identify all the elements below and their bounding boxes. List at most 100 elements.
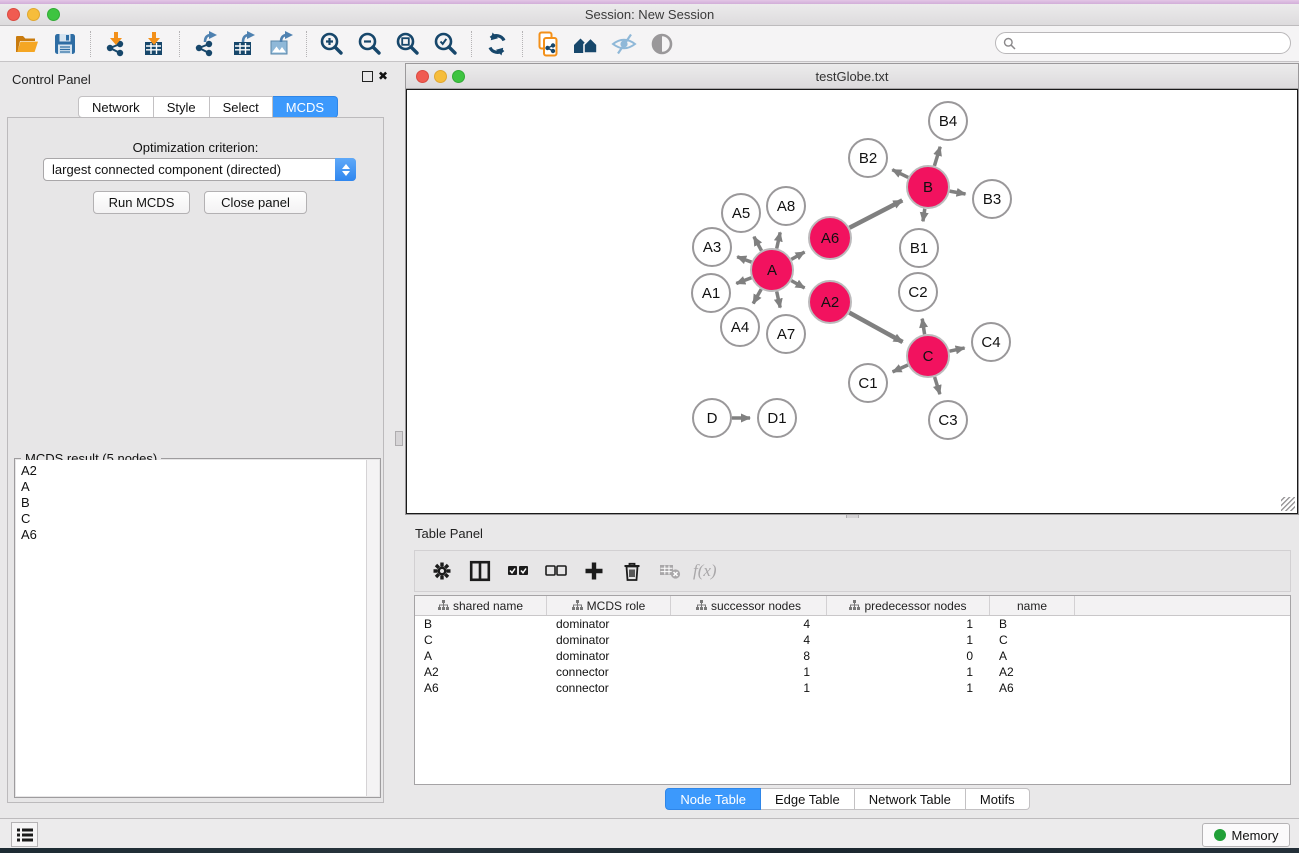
graph-edge-A-A3[interactable]: [737, 257, 751, 262]
graph-node-A8[interactable]: A8: [767, 187, 805, 225]
export-network-button[interactable]: [186, 29, 224, 59]
graph-node-A[interactable]: A: [751, 249, 793, 291]
table-settings-button[interactable]: [425, 555, 459, 587]
graph-node-B1[interactable]: B1: [900, 229, 938, 267]
table-cell[interactable]: connector: [547, 664, 671, 680]
task-history-button[interactable]: [11, 822, 38, 847]
table-cell[interactable]: 8: [671, 648, 827, 664]
graph-edge-B-B4[interactable]: [934, 147, 940, 166]
node-table[interactable]: shared nameMCDS rolesuccessor nodesprede…: [414, 595, 1291, 785]
graph-node-B[interactable]: B: [907, 166, 949, 208]
search-box[interactable]: [995, 32, 1291, 54]
table-cell[interactable]: connector: [547, 680, 671, 696]
column-header-successor-nodes[interactable]: successor nodes: [671, 596, 827, 615]
graph-node-B2[interactable]: B2: [849, 139, 887, 177]
titlebar[interactable]: Session: New Session: [0, 4, 1299, 26]
add-column-button[interactable]: [577, 555, 611, 587]
minimize-window-button[interactable]: [27, 8, 40, 21]
tab-network[interactable]: Network: [78, 96, 154, 118]
table-cell[interactable]: A2: [990, 664, 1075, 680]
graph-edge-C-C3[interactable]: [935, 377, 940, 394]
criterion-dropdown[interactable]: largest connected component (directed): [43, 158, 356, 181]
table-row[interactable]: Bdominator41B: [415, 616, 1290, 632]
graph-edge-A-A4[interactable]: [753, 289, 761, 303]
export-image-button[interactable]: [262, 29, 300, 59]
table-row[interactable]: Cdominator41C: [415, 632, 1290, 648]
table-cell[interactable]: B: [990, 616, 1075, 632]
table-row[interactable]: A2connector11A2: [415, 664, 1290, 680]
graph-edge-A6-B[interactable]: [850, 200, 903, 227]
graph-node-A1[interactable]: A1: [692, 274, 730, 312]
table-cell[interactable]: 0: [827, 648, 990, 664]
table-cell[interactable]: C: [990, 632, 1075, 648]
graph-edge-A2-C[interactable]: [849, 313, 902, 342]
network-window-titlebar[interactable]: testGlobe.txt: [406, 64, 1298, 89]
table-row[interactable]: Adominator80A: [415, 648, 1290, 664]
graph-node-C[interactable]: C: [907, 335, 949, 377]
window-resize-grip[interactable]: [1281, 497, 1295, 511]
graph-edge-A-A8[interactable]: [777, 232, 781, 248]
graph-node-C1[interactable]: C1: [849, 364, 887, 402]
save-session-button[interactable]: [46, 29, 84, 59]
network-graph[interactable]: B4B2BB3A8A5A6A3B1AA1C2A2A4A7C4CC1DD1C3: [407, 90, 1298, 514]
vertical-splitter-grip[interactable]: [395, 431, 403, 446]
hide-graphics-details-button[interactable]: [605, 29, 643, 59]
table-cell[interactable]: dominator: [547, 632, 671, 648]
graph-node-B3[interactable]: B3: [973, 180, 1011, 218]
copy-network-button[interactable]: [529, 29, 567, 59]
delete-column-button[interactable]: [615, 555, 649, 587]
memory-button[interactable]: Memory: [1202, 823, 1290, 847]
tab-select[interactable]: Select: [210, 96, 273, 118]
graph-node-A6[interactable]: A6: [809, 217, 851, 259]
select-all-rows-button[interactable]: [501, 555, 535, 587]
column-header-shared-name[interactable]: shared name: [415, 596, 547, 615]
column-header-name[interactable]: name: [990, 596, 1075, 615]
table-cell[interactable]: dominator: [547, 616, 671, 632]
table-cell[interactable]: 1: [671, 664, 827, 680]
table-cell[interactable]: A6: [415, 680, 547, 696]
column-visibility-button[interactable]: [463, 555, 497, 587]
close-panel-icon[interactable]: ✖: [378, 71, 388, 82]
tab-style[interactable]: Style: [154, 96, 210, 118]
graph-node-D[interactable]: D: [693, 399, 731, 437]
graph-node-A5[interactable]: A5: [722, 194, 760, 232]
close-window-button[interactable]: [7, 8, 20, 21]
mcds-result-list[interactable]: A2ABCA6: [16, 460, 367, 796]
tab-network-table[interactable]: Network Table: [855, 788, 966, 810]
graph-edge-C-C2[interactable]: [922, 319, 924, 335]
table-cell[interactable]: A: [415, 648, 547, 664]
network-zoom-button[interactable]: [452, 70, 465, 83]
table-cell[interactable]: C: [415, 632, 547, 648]
tab-edge-table[interactable]: Edge Table: [761, 788, 855, 810]
zoom-window-button[interactable]: [47, 8, 60, 21]
graph-edge-A-A7[interactable]: [777, 292, 781, 308]
result-list-item[interactable]: A2: [21, 463, 366, 479]
column-header-MCDS-role[interactable]: MCDS role: [547, 596, 671, 615]
network-canvas[interactable]: B4B2BB3A8A5A6A3B1AA1C2A2A4A7C4CC1DD1C3: [406, 89, 1298, 514]
graph-edge-B-B3[interactable]: [950, 191, 966, 194]
import-network-button[interactable]: [97, 29, 135, 59]
graph-edge-A-A5[interactable]: [754, 237, 762, 251]
show-graphics-details-button[interactable]: [643, 29, 681, 59]
float-panel-icon[interactable]: [362, 71, 373, 82]
refresh-view-button[interactable]: [478, 29, 516, 59]
graph-node-C4[interactable]: C4: [972, 323, 1010, 361]
network-close-button[interactable]: [416, 70, 429, 83]
zoom-selected-button[interactable]: [427, 29, 465, 59]
close-panel-button[interactable]: Close panel: [204, 191, 307, 214]
graph-edge-A-A2[interactable]: [791, 281, 804, 288]
table-cell[interactable]: 4: [671, 616, 827, 632]
tab-mcds[interactable]: MCDS: [273, 96, 338, 118]
table-cell[interactable]: dominator: [547, 648, 671, 664]
table-cell[interactable]: 1: [671, 680, 827, 696]
open-session-button[interactable]: [8, 29, 46, 59]
table-cell[interactable]: 1: [827, 664, 990, 680]
network-minimize-button[interactable]: [434, 70, 447, 83]
search-input[interactable]: [1016, 36, 1290, 50]
result-list-item[interactable]: A: [21, 479, 366, 495]
graph-node-D1[interactable]: D1: [758, 399, 796, 437]
export-table-button[interactable]: [224, 29, 262, 59]
tab-node-table[interactable]: Node Table: [665, 788, 761, 810]
graph-edge-A-A1[interactable]: [736, 278, 751, 284]
graph-node-A7[interactable]: A7: [767, 315, 805, 353]
